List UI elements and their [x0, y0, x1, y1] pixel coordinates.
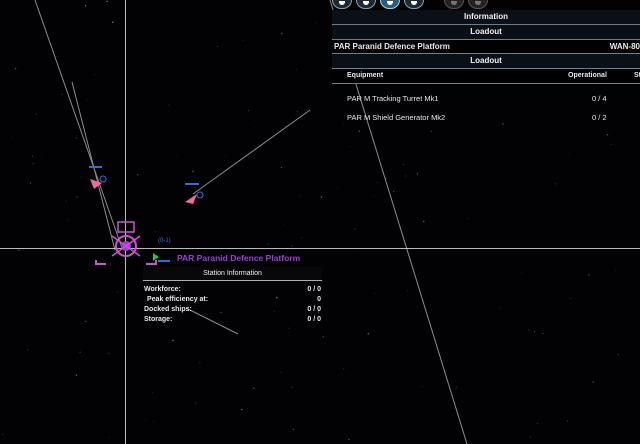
information-panel: Information Loadout PAR Paranid Defence …: [332, 10, 640, 127]
station-info-popup: Station Information Workforce: 0 / 0 Pea…: [143, 267, 322, 325]
section-loadout-header: Loadout: [332, 54, 640, 69]
col-operational: Operational: [568, 72, 607, 79]
station-info-row-storage: Storage: 0 / 0: [144, 316, 321, 323]
object-name: PAR Paranid Defence Platform: [334, 42, 450, 51]
station-marker-label: (0-1): [158, 238, 171, 244]
info-icon[interactable]: [332, 0, 352, 9]
col-status: St: [634, 72, 640, 79]
disabled-icon-1: [444, 0, 464, 9]
station-info-row-docked-ships: Docked ships: 0 / 0: [144, 306, 321, 313]
ship-marker-1[interactable]: [86, 165, 108, 191]
disabled-icon-2: [468, 0, 488, 9]
station-info-row-peak-efficiency: Peak efficiency at: 0: [147, 296, 321, 303]
equipment-row[interactable]: PAR M Shield Generator Mk2 0 / 2: [332, 108, 640, 127]
col-equipment: Equipment: [347, 72, 384, 79]
object-list-icon[interactable]: [356, 0, 376, 9]
ship-marker-2[interactable]: [183, 180, 207, 206]
equipment-row[interactable]: PAR M Tracking Turret Mk1 0 / 4: [332, 89, 640, 108]
mission-icon[interactable]: [404, 0, 424, 9]
tab-loadout[interactable]: Loadout: [332, 25, 640, 40]
station-info-title: Station Information: [143, 267, 322, 281]
station-info-row-workforce: Workforce: 0 / 0: [144, 286, 321, 293]
tab-information[interactable]: Information: [332, 10, 640, 25]
station-name-label[interactable]: PAR Paranid Defence Platform: [177, 253, 300, 263]
property-icon[interactable]: [380, 0, 400, 9]
top-toolbar: [332, 0, 488, 9]
object-title-row: PAR Paranid Defence Platform WAN-80: [332, 40, 640, 54]
equipment-column-header: Equipment Operational St: [332, 69, 640, 84]
object-id: WAN-80: [609, 42, 640, 51]
